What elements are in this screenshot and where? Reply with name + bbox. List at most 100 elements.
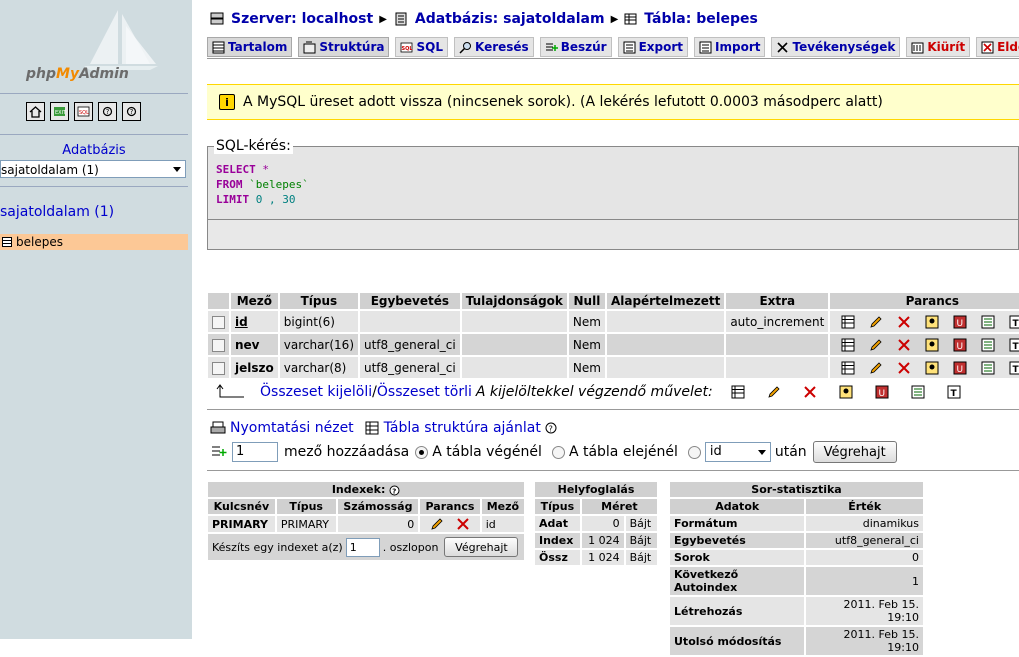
edit-icon[interactable]	[430, 517, 444, 531]
tab-kereses[interactable]: Keresés	[453, 37, 534, 57]
primary-key-icon[interactable]	[925, 315, 939, 329]
svg-text:EXIT: EXIT	[55, 110, 66, 116]
unique-icon[interactable]: U	[875, 385, 889, 399]
home-icon[interactable]	[26, 102, 45, 121]
propose-structure-link[interactable]: Tábla struktúra ajánlat	[384, 420, 541, 436]
row-statistics-title: Sor-statisztika	[670, 482, 923, 497]
exit-icon[interactable]: EXIT	[50, 102, 69, 121]
delete-icon[interactable]	[897, 361, 911, 375]
index-icon[interactable]	[981, 338, 995, 352]
delete-icon[interactable]	[897, 315, 911, 329]
stat-key: Egybevetés	[670, 533, 805, 548]
field-attributes	[461, 334, 567, 355]
sql-query-icon[interactable]: SQL	[74, 102, 93, 121]
edit-icon[interactable]	[869, 361, 883, 375]
tab-label: Beszúr	[560, 40, 607, 54]
tab-tevekenysegek[interactable]: Tevékenységek	[771, 37, 901, 57]
tab-sql[interactable]: SQL SQL	[395, 37, 448, 57]
tab-tartalom[interactable]: Tartalom	[207, 37, 293, 57]
tab-eldob[interactable]: Eldob	[976, 37, 1019, 57]
primary-key-icon[interactable]	[925, 338, 939, 352]
tab-label: Eldob	[997, 40, 1019, 54]
column-header: Tulajdonságok	[461, 293, 567, 309]
browse-icon[interactable]	[841, 361, 855, 375]
mysql-docs-icon[interactable]: ?	[122, 102, 141, 121]
row-checkbox[interactable]	[212, 338, 225, 352]
column-header: Típus	[535, 499, 580, 514]
bulk-action-icons: U T	[731, 385, 961, 399]
tab-import[interactable]: Import	[694, 37, 766, 57]
logo-text: phpMyAdmin	[26, 66, 129, 82]
fulltext-icon[interactable]: T	[1009, 361, 1019, 375]
unique-icon[interactable]: U	[953, 315, 967, 329]
index-icon[interactable]	[981, 361, 995, 375]
tab-kiurit[interactable]: Kiürít	[906, 37, 971, 57]
column-header: Extra	[726, 293, 829, 309]
table-links: Nyomtatási nézet Tábla struktúra ajánlat…	[210, 420, 557, 436]
create-index-count-input[interactable]: 1	[345, 537, 380, 557]
primary-key-icon[interactable]	[925, 361, 939, 375]
docs-icon[interactable]: ?	[98, 102, 117, 121]
edit-icon[interactable]	[869, 338, 883, 352]
delete-icon[interactable]	[897, 338, 911, 352]
fulltext-icon[interactable]: T	[1009, 315, 1019, 329]
add-fields-go-button[interactable]: Végrehajt	[812, 441, 897, 463]
svg-text:U: U	[957, 365, 964, 375]
delete-icon[interactable]	[456, 517, 470, 531]
breadcrumb-server[interactable]: Szerver: localhost	[231, 11, 373, 27]
edit-icon[interactable]	[869, 315, 883, 329]
row-checkbox[interactable]	[212, 315, 225, 329]
add-field-icon	[212, 446, 227, 456]
unique-icon[interactable]: U	[953, 338, 967, 352]
index-icon[interactable]	[981, 315, 995, 329]
sidebar-item-belepes[interactable]: belepes	[0, 234, 188, 250]
browse-icon[interactable]	[731, 385, 745, 399]
select-all-link[interactable]: Összeset kijelöli	[260, 384, 372, 400]
fulltext-icon[interactable]: T	[947, 385, 961, 399]
deselect-all-link[interactable]: Összeset törli	[377, 384, 472, 400]
sql-query-box	[207, 146, 1019, 250]
sql-code-area	[208, 147, 1018, 219]
database-select[interactable]: sajatoldalam (1)	[0, 160, 186, 178]
fulltext-icon[interactable]: T	[1009, 338, 1019, 352]
radio-at-beginning[interactable]	[551, 445, 565, 459]
bulk-actions: Összeset kijelöli / Összeset törli A kij…	[216, 384, 1016, 400]
radio-after[interactable]	[687, 445, 701, 459]
add-field-count-input[interactable]: 1	[232, 442, 278, 462]
primary-key-icon[interactable]	[839, 385, 853, 399]
column-header[interactable]: Mező	[231, 293, 278, 309]
svg-text:T: T	[1013, 365, 1019, 375]
logo[interactable]: phpMyAdmin	[0, 0, 192, 92]
column-header: Null	[568, 293, 605, 309]
index-icon[interactable]	[911, 385, 925, 399]
table-header-row: Adatok Érték	[670, 499, 923, 514]
create-index-go-button[interactable]: Végrehajt	[444, 537, 519, 557]
unique-icon[interactable]: U	[953, 361, 967, 375]
stat-value: dinamikus	[806, 516, 923, 531]
tab-export[interactable]: Export	[617, 37, 689, 57]
tab-label: Tevékenységek	[792, 40, 896, 54]
breadcrumb-database[interactable]: Adatbázis: sajatoldalam	[415, 11, 605, 27]
tab-struktura[interactable]: Struktúra	[298, 37, 390, 57]
stat-key: Sorok	[670, 550, 805, 565]
sailboat-logo-icon	[84, 10, 158, 70]
help-icon[interactable]: ?	[389, 485, 400, 496]
row-checkbox[interactable]	[212, 361, 225, 375]
after-field-select[interactable]: id	[704, 442, 771, 462]
database-link[interactable]: sajatoldalam (1)	[0, 204, 114, 220]
print-view-link[interactable]: Nyomtatási nézet	[230, 420, 354, 436]
create-index-label: Készíts egy indexet a(z)	[212, 540, 343, 554]
help-icon[interactable]: ?	[545, 422, 557, 434]
stat-key: Létrehozás	[670, 597, 805, 625]
delete-icon[interactable]	[803, 385, 817, 399]
table-row: nev varchar(16) utf8_general_ci Nem U T	[208, 334, 1019, 355]
tab-beszur[interactable]: Beszúr	[539, 37, 612, 57]
sql-code[interactable]: SELECT * FROM `belepes` LIMIT 0 , 30	[216, 162, 309, 207]
browse-icon[interactable]	[841, 315, 855, 329]
server-icon	[210, 12, 224, 25]
breadcrumb-table[interactable]: Tábla: belepes	[644, 11, 758, 27]
browse-icon[interactable]	[841, 338, 855, 352]
radio-at-end[interactable]	[415, 445, 429, 459]
edit-icon[interactable]	[767, 385, 781, 399]
space-size: 0	[581, 516, 624, 531]
